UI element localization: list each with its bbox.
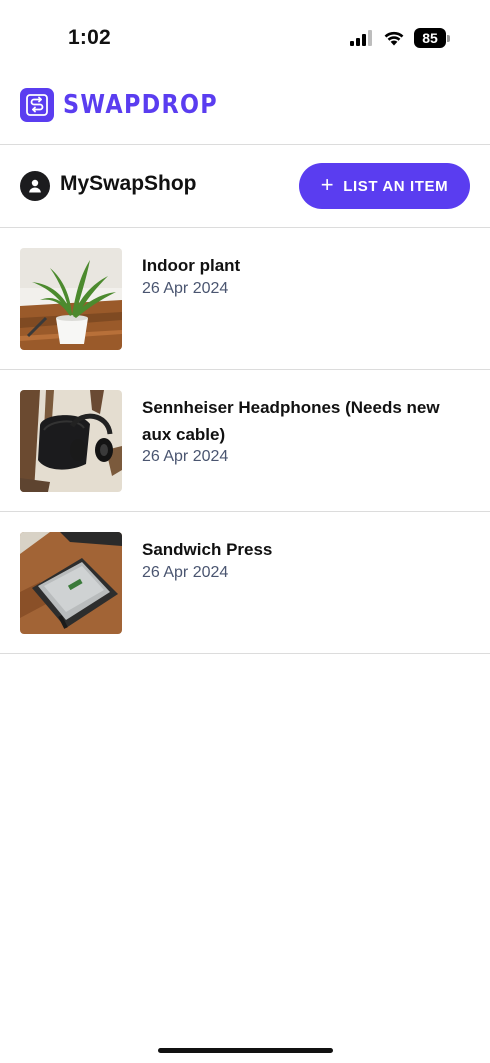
divider xyxy=(0,653,490,654)
signal-icon xyxy=(350,30,372,46)
status-bar: 1:02 85 xyxy=(0,0,490,76)
item-date: 26 Apr 2024 xyxy=(142,280,229,297)
person-icon[interactable] xyxy=(20,171,50,201)
wifi-icon xyxy=(384,31,404,46)
battery-icon: 85 xyxy=(414,28,450,48)
item-title: Sennheiser Headphones (Needs new aux cab… xyxy=(142,398,440,444)
battery-cap xyxy=(447,34,450,42)
brand-name: SWAPDROP xyxy=(63,90,218,120)
home-indicator[interactable] xyxy=(158,1048,333,1053)
list-item[interactable]: Sennheiser Headphones (Needs new aux cab… xyxy=(0,370,490,512)
status-time: 1:02 xyxy=(68,26,111,49)
headphones-photo[interactable] xyxy=(20,390,122,492)
battery-level: 85 xyxy=(414,28,446,48)
list-an-item-label: LIST AN ITEM xyxy=(343,177,449,195)
plant-photo[interactable] xyxy=(20,248,122,350)
screen: 1:02 85 SWAPDROP MySwapShop + LIST AN IT… xyxy=(0,0,490,1063)
brand-header[interactable]: SWAPDROP xyxy=(20,88,243,122)
list-item[interactable]: Indoor plant 26 Apr 2024 xyxy=(0,228,490,370)
swap-arrows-icon xyxy=(20,88,54,122)
shop-name: MySwapShop xyxy=(60,172,197,195)
list-item[interactable]: Sandwich Press 26 Apr 2024 xyxy=(0,512,490,654)
sandwich-press-photo[interactable] xyxy=(20,532,122,634)
item-title: Sandwich Press xyxy=(142,540,273,559)
item-title: Indoor plant xyxy=(142,256,241,275)
status-icons: 85 xyxy=(350,28,450,48)
list-an-item-button[interactable]: + LIST AN ITEM xyxy=(299,163,470,209)
item-date: 26 Apr 2024 xyxy=(142,564,229,581)
item-date: 26 Apr 2024 xyxy=(142,448,229,465)
shop-header: MySwapShop + LIST AN ITEM xyxy=(0,145,490,227)
plus-icon: + xyxy=(320,172,335,197)
